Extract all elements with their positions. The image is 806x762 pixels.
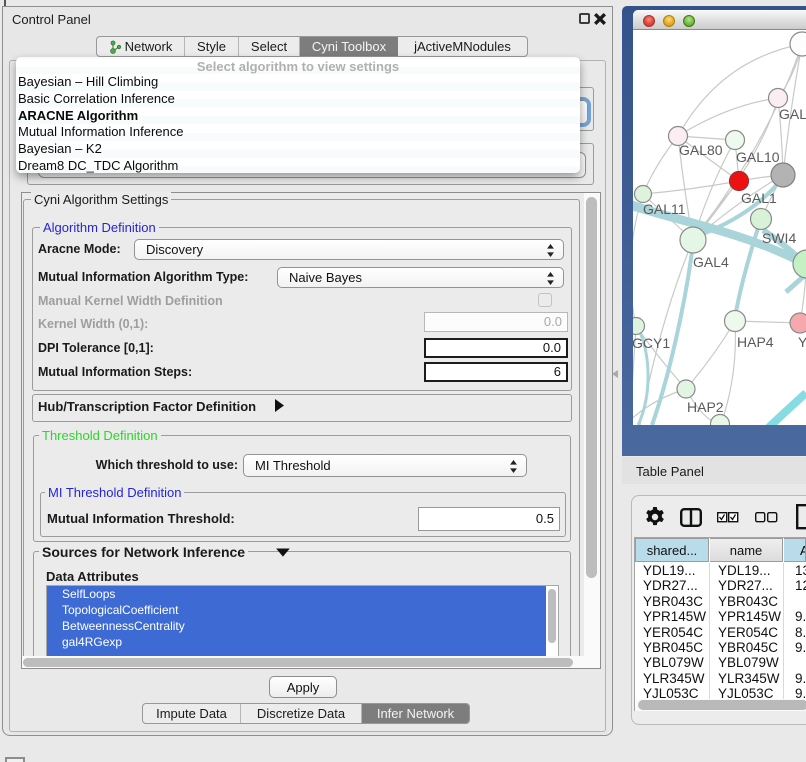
svg-text:GAL1: GAL1 xyxy=(741,190,777,206)
svg-text:GAL2: GAL2 xyxy=(779,106,806,122)
svg-text:Y: Y xyxy=(798,334,806,350)
svg-text:GCY1: GCY1 xyxy=(633,335,670,351)
svg-text:HAP4: HAP4 xyxy=(737,334,774,350)
svg-text:GAL11: GAL11 xyxy=(643,201,686,217)
svg-text:GAL10: GAL10 xyxy=(736,149,780,165)
svg-text:GAL4: GAL4 xyxy=(693,254,729,270)
svg-text:GAL80: GAL80 xyxy=(679,142,723,158)
svg-text:SWI4: SWI4 xyxy=(762,230,796,246)
svg-text:HAP2: HAP2 xyxy=(687,399,724,415)
